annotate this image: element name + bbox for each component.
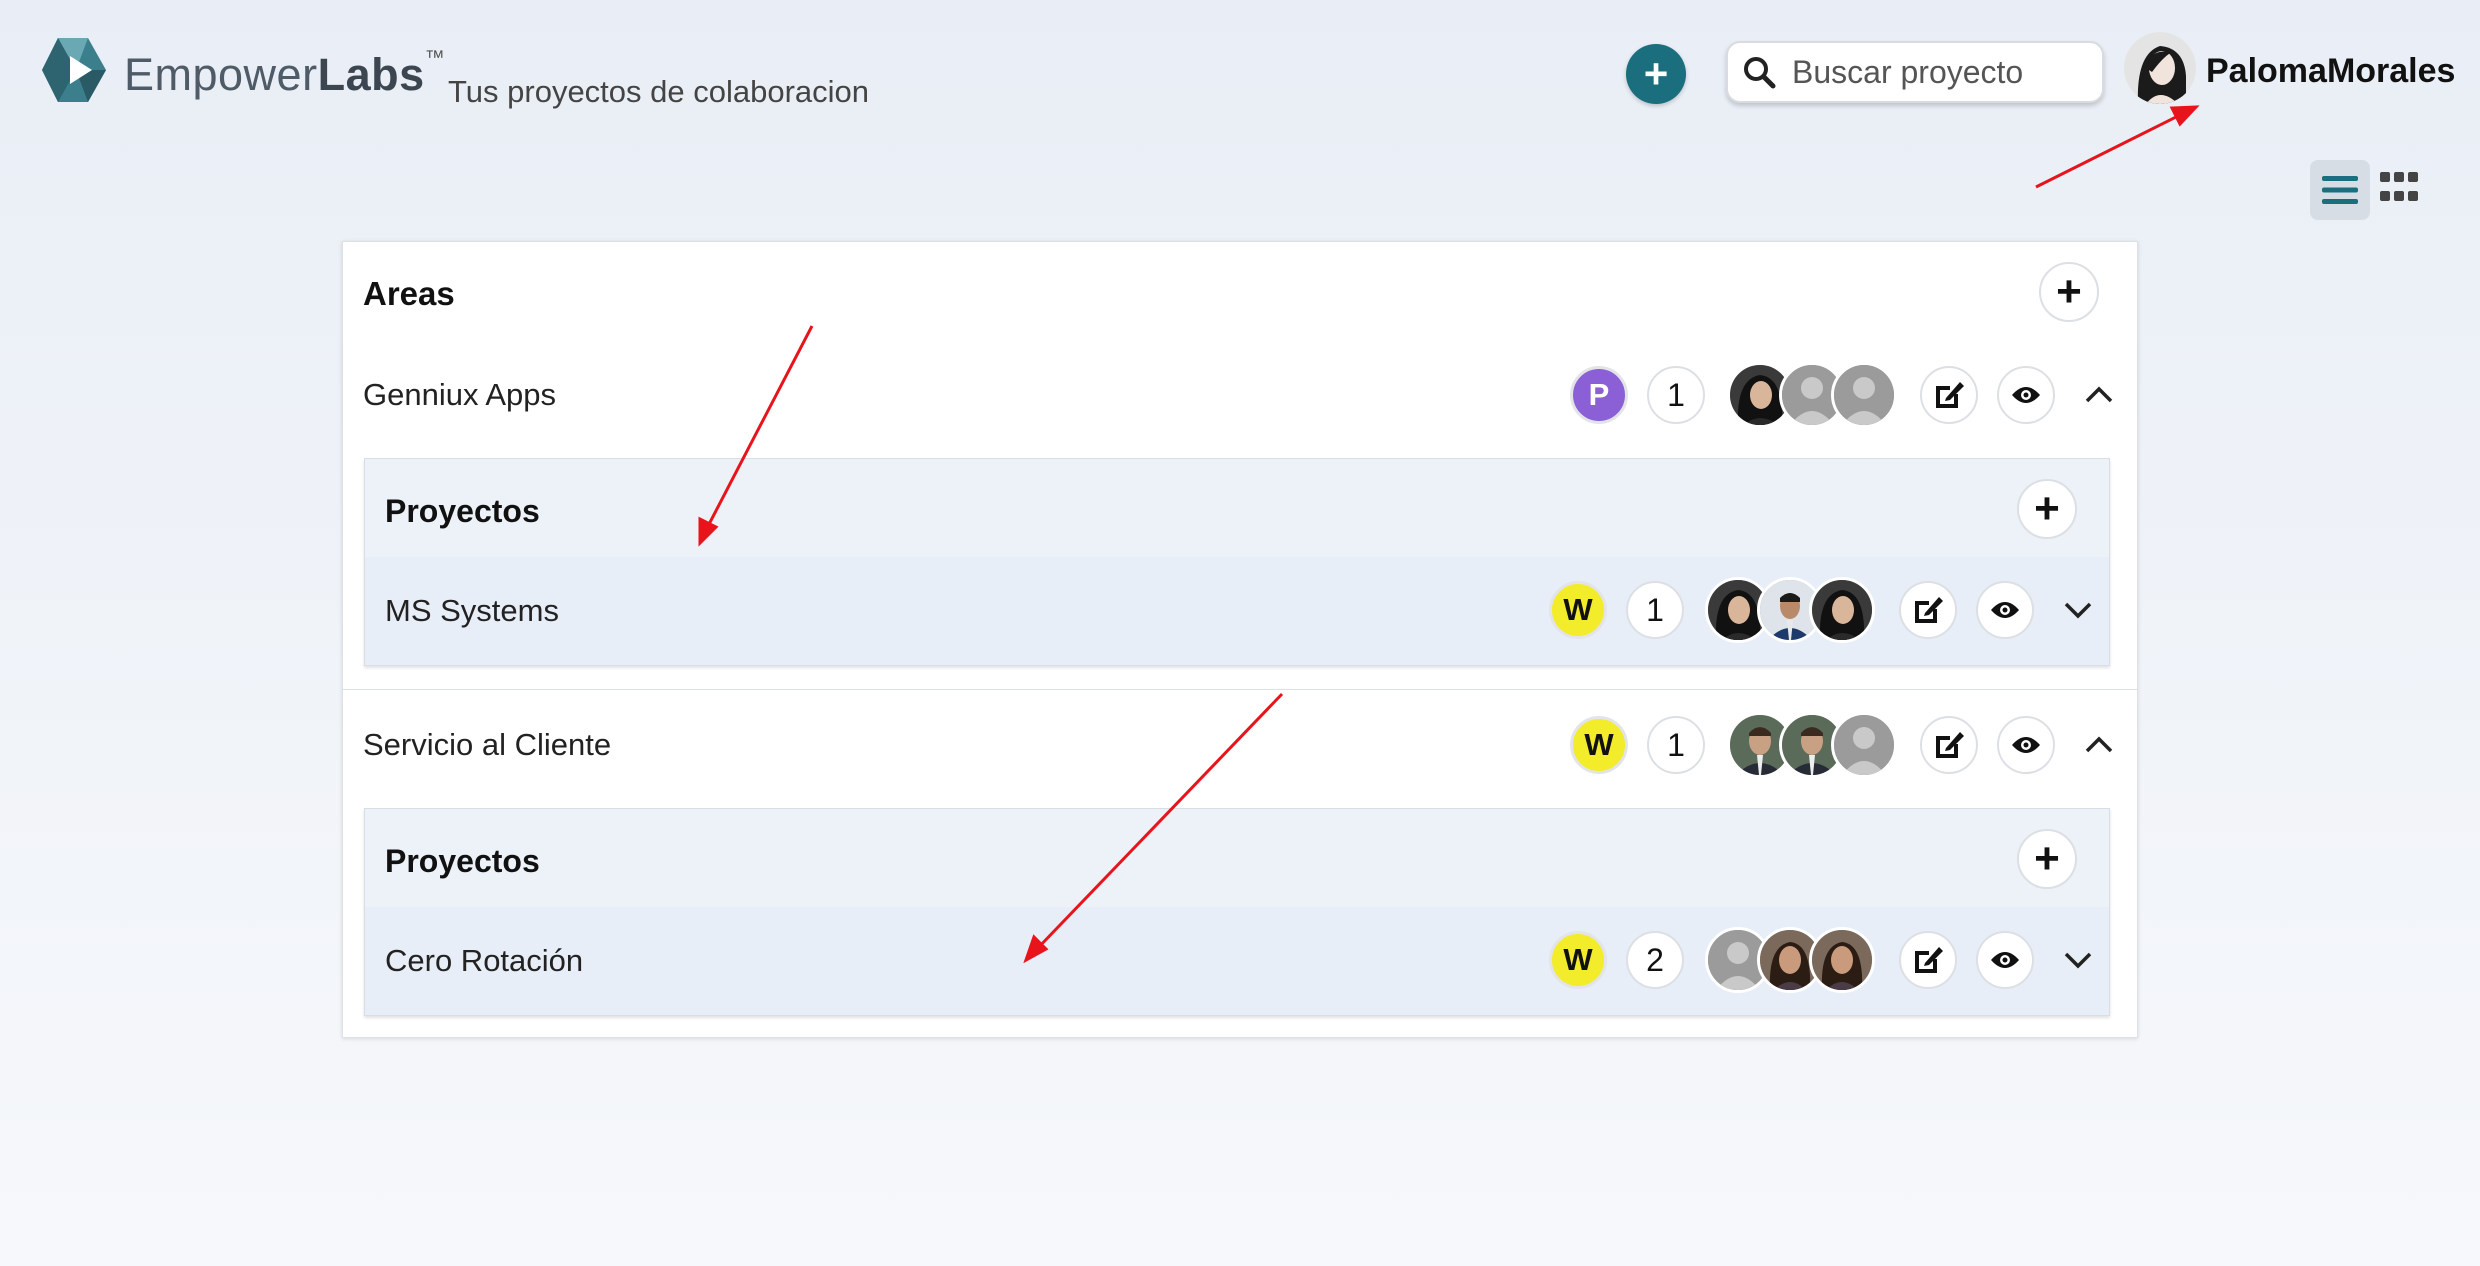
search-box [1726, 41, 2104, 103]
add-project-area-button[interactable]: + [2017, 829, 2077, 889]
expand-project-button[interactable] [2058, 940, 2098, 980]
user-avatar[interactable] [2124, 32, 2196, 104]
projects-panel: Proyectos + Cero Rotación W 2 [364, 808, 2110, 1016]
grid-dot [2394, 191, 2404, 201]
add-area-button[interactable]: + [2039, 262, 2099, 322]
grid-dot [2408, 191, 2418, 201]
area-name[interactable]: Servicio al Cliente [363, 725, 611, 765]
search-icon [1744, 57, 1776, 89]
project-count-badge: 2 [1626, 931, 1684, 989]
view-area-button[interactable] [1997, 716, 2055, 774]
edit-area-button[interactable] [1920, 716, 1978, 774]
brand-trademark: ™ [424, 47, 446, 69]
project-owner-badge: W [1549, 931, 1607, 989]
list-view-icon [2322, 176, 2358, 204]
eye-icon [2012, 387, 2040, 403]
view-project-button[interactable] [1976, 581, 2034, 639]
view-area-button[interactable] [1997, 366, 2055, 424]
areas-card: Areas + Genniux Apps P 1 Proyectos + MS … [342, 241, 2138, 1038]
brand-labs: Labs [317, 49, 425, 100]
list-view-button[interactable] [2310, 160, 2370, 220]
username[interactable]: PalomaMorales [2206, 50, 2455, 92]
project-owner-badge: W [1549, 581, 1607, 639]
area-divider [343, 689, 2137, 690]
edit-icon [1915, 597, 1943, 623]
edit-project-button[interactable] [1899, 581, 1957, 639]
add-project-button[interactable]: + [1626, 44, 1686, 104]
area-name[interactable]: Genniux Apps [363, 375, 556, 415]
area-owner-badge: W [1570, 716, 1628, 774]
annotation-arrow [2035, 105, 2200, 189]
grid-dot [2408, 172, 2418, 182]
area-owner-badge: P [1570, 366, 1628, 424]
eye-icon [1991, 602, 2019, 618]
project-name[interactable]: Cero Rotación [385, 941, 583, 981]
grid-dot [2380, 172, 2390, 182]
collapse-area-button[interactable] [2079, 375, 2119, 415]
projects-title: Proyectos [385, 843, 540, 879]
chevron-down-icon [2064, 952, 2092, 969]
grid-dot [2380, 191, 2390, 201]
member-avatar [1809, 927, 1875, 993]
grid-view-icon[interactable] [2380, 172, 2418, 206]
area-count-badge: 1 [1647, 716, 1705, 774]
edit-icon [1936, 732, 1964, 758]
projects-title: Proyectos [385, 493, 540, 529]
brand-name: EmpowerLabs™ [124, 40, 445, 103]
project-members[interactable] [1705, 577, 1875, 643]
grid-dot [2394, 172, 2404, 182]
view-project-button[interactable] [1976, 931, 2034, 989]
chevron-up-icon [2085, 736, 2113, 753]
member-avatar-placeholder [1831, 362, 1897, 428]
project-count-badge: 1 [1626, 581, 1684, 639]
project-row[interactable]: Cero Rotación W 2 [365, 907, 2109, 1015]
edit-area-button[interactable] [1920, 366, 1978, 424]
edit-icon [1915, 947, 1943, 973]
project-name[interactable]: MS Systems [385, 591, 559, 631]
search-input[interactable] [1790, 52, 2084, 92]
chevron-up-icon [2085, 386, 2113, 403]
member-avatar-placeholder [1831, 712, 1897, 778]
expand-project-button[interactable] [2058, 590, 2098, 630]
project-row[interactable]: MS Systems W 1 [365, 557, 2109, 665]
add-project-area-button[interactable]: + [2017, 479, 2077, 539]
area-members[interactable] [1727, 712, 1897, 778]
collapse-area-button[interactable] [2079, 725, 2119, 765]
eye-icon [1991, 952, 2019, 968]
brand-empower: Empower [124, 49, 318, 100]
edit-icon [1936, 382, 1964, 408]
area-members[interactable] [1727, 362, 1897, 428]
member-avatar [1809, 577, 1875, 643]
page-subtitle: Tus proyectos de colaboracion [448, 74, 870, 109]
areas-title: Areas [363, 275, 455, 312]
edit-project-button[interactable] [1899, 931, 1957, 989]
projects-panel: Proyectos + MS Systems W 1 [364, 458, 2110, 666]
eye-icon [2012, 737, 2040, 753]
chevron-down-icon [2064, 602, 2092, 619]
area-count-badge: 1 [1647, 366, 1705, 424]
project-members[interactable] [1705, 927, 1875, 993]
empowerlabs-logo-icon [42, 38, 106, 102]
